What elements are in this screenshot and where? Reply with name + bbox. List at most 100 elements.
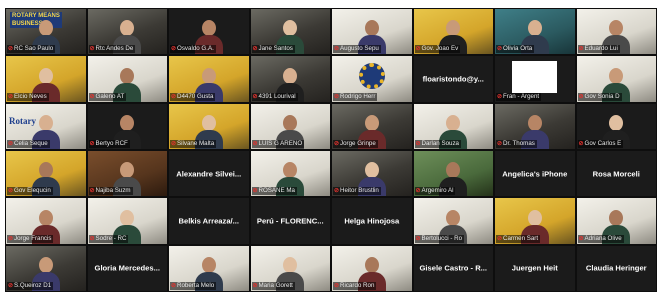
mic-muted-icon: ⊘ (497, 46, 503, 53)
participant-name: Gov Carlos E (584, 139, 622, 147)
participant-tile[interactable]: ⊘ Jane Santos (250, 9, 330, 55)
participant-tile[interactable]: ⊘ Adriana Olive (576, 198, 656, 244)
participant-tile[interactable]: ⊘ Rodrigo Herr (332, 56, 412, 102)
mic-muted-icon: ⊘ (578, 93, 584, 100)
participant-name: LUIS G ARENO (258, 139, 303, 147)
participant-name: RC Sao Paulo (14, 45, 54, 53)
participant-tile[interactable]: ⊘ Dr. Thomas (495, 103, 575, 149)
participant-tile[interactable]: Helga Hinojosa (332, 198, 412, 244)
participant-name-tag: ⊘ Gov Sonia D (577, 92, 622, 101)
mic-muted-icon: ⊘ (334, 93, 340, 100)
mic-muted-icon: ⊘ (415, 235, 421, 242)
participant-tile[interactable]: Alexandre Silvei... (169, 150, 249, 197)
participant-tile[interactable]: ⊘ Najiba Suzm (87, 150, 167, 197)
mic-muted-icon: ⊘ (578, 46, 584, 53)
participant-tile[interactable]: Claudia Heringer (576, 245, 656, 291)
participant-tile[interactable]: ⊘ Olivia Orta (495, 9, 575, 55)
participant-gallery: ROTARY MEANS BUSINESS FELLOWSHIP⊘RC Sao … (5, 8, 657, 292)
participant-tile[interactable]: ⊘ Carmen Sart (495, 198, 575, 244)
participant-tile[interactable]: ⊘ Argemiro Al (413, 150, 493, 197)
participant-display-name: Rosa Morceli (592, 169, 640, 179)
participant-tile[interactable]: ⊘ Jorge Francis (6, 198, 86, 244)
participant-name-tag: ⊘ Rodrigo Herr (333, 92, 378, 101)
participant-name-tag: ⊘ Bertyo RCF (88, 139, 130, 148)
mic-muted-icon: ⊘ (89, 140, 95, 147)
participant-tile[interactable]: ⊘ Gov Sonia D (576, 56, 656, 102)
participant-name: Najiba Suzm (95, 187, 131, 195)
participant-tile[interactable]: ⊘ Elcio Neves (6, 56, 86, 102)
participant-name-tag: ⊘ Maria Gorett (251, 281, 295, 290)
participant-tile[interactable]: floaristondo@y... (413, 56, 493, 102)
participant-name: Silvane Malta (177, 139, 215, 147)
participant-name: Gov Sonia D (584, 92, 620, 100)
participant-tile[interactable]: Perú - FLORENC... (250, 198, 330, 244)
participant-tile[interactable]: ⊘ ROSANE Ma (250, 150, 330, 197)
participant-name-tag: ⊘ Adriana Olive (577, 234, 624, 243)
participant-tile[interactable]: ⊘ Galeno AT (87, 56, 167, 102)
participant-name-tag: ⊘ S.Queiroz D1 (7, 281, 54, 290)
participant-tile[interactable]: ⊘ Maria Gorett (250, 245, 330, 291)
participant-tile[interactable]: Belkis Arreaza/... (169, 198, 249, 244)
participant-name-tag: ⊘ D4470 Gusta (170, 92, 216, 101)
participant-tile[interactable]: Rosa Morceli (576, 150, 656, 197)
participant-tile[interactable]: ⊘ Roberta Melo (169, 245, 249, 291)
participant-tile[interactable]: ROTARY MEANS BUSINESS FELLOWSHIP⊘RC Sao … (6, 9, 86, 55)
participant-display-name: Gisele Castro - R... (419, 263, 488, 273)
participant-tile[interactable]: ⊘ S.Queiroz D1 (6, 245, 86, 291)
participant-name: Gov Elequcin (14, 187, 51, 195)
participant-name: Adriana Olive (584, 234, 622, 242)
participant-tile[interactable]: Gloria Mercedes... (87, 245, 167, 291)
mic-muted-icon: ⊘ (578, 235, 584, 242)
participant-tile[interactable]: ⊘ Gov. Joao Ev (413, 9, 493, 55)
participant-name-tag: ⊘ Gov. Joao Ev (414, 45, 461, 54)
participant-tile[interactable]: Angelica's iPhone (495, 150, 575, 197)
participant-tile[interactable]: ⊘ Sodre - RC (87, 198, 167, 244)
participant-tile[interactable]: Juergen Heit (495, 245, 575, 291)
participant-name: Bertyo RCF (95, 139, 128, 147)
participant-tile[interactable]: ⊘ Bertolucci - Ro (413, 198, 493, 244)
mic-muted-icon: ⊘ (8, 282, 14, 289)
participant-tile[interactable]: ⊘ Gov Elequcin (6, 150, 86, 197)
participant-tile[interactable]: ⊘ Jorge Grinpe (332, 103, 412, 149)
participant-tile[interactable]: ⊘ Silvane Malta (169, 103, 249, 149)
mic-muted-icon: ⊘ (334, 282, 340, 289)
participant-name-tag: ⊘ Fran - Argent (496, 92, 542, 101)
participant-name-tag: ⊘ Carmen Sart (496, 234, 541, 243)
participant-tile[interactable]: ⊘ 4391 Lourival (250, 56, 330, 102)
participant-tile[interactable]: Rotary ⊘ Celia Seque (6, 103, 86, 149)
participant-name: Sodre - RC (95, 234, 127, 242)
participant-tile[interactable]: ⊘ Darlan Souza (413, 103, 493, 149)
mic-muted-icon: ⊘ (415, 188, 421, 195)
participant-name: Roberta Melo (177, 281, 215, 289)
participant-tile[interactable]: ⊘ D4470 Gusta (169, 56, 249, 102)
participant-tile[interactable]: ⊘ Rtc Andes De (87, 9, 167, 55)
participant-display-name: Perú - FLORENC... (256, 216, 324, 226)
participant-name: Dr. Thomas (503, 139, 535, 147)
participant-tile[interactable]: ⊘ Osvaldo G.A. (169, 9, 249, 55)
participant-name-tag: ⊘ Dr. Thomas (496, 139, 537, 148)
participant-tile[interactable]: ⊘ Ricardo Ron (332, 245, 412, 291)
participant-display-name: Juergen Heit (511, 263, 558, 273)
participant-name: Rodrigo Herr (340, 92, 376, 100)
participant-display-name: Belkis Arreaza/... (178, 216, 239, 226)
participant-tile[interactable]: ⊘ LUIS G ARENO (250, 103, 330, 149)
participant-name-tag: ⊘ Gov Carlos E (577, 139, 624, 148)
mic-muted-icon: ⊘ (334, 140, 340, 147)
participant-tile[interactable]: ⊘ Fran - Argent (495, 56, 575, 102)
participant-name-tag: ⊘ Sodre - RC (88, 234, 129, 243)
participant-tile[interactable]: Gisele Castro - R... (413, 245, 493, 291)
participant-display-name: Angelica's iPhone (502, 169, 568, 179)
participant-name: Elcio Neves (14, 92, 47, 100)
participant-tile[interactable]: ⊘ Bertyo RCF (87, 103, 167, 149)
participant-name: Jorge Francis (14, 234, 52, 242)
participant-name: Fran - Argent (503, 92, 540, 100)
participant-name: Jane Santos (258, 45, 293, 53)
participant-tile[interactable]: ⊘ Eduardo Lui (576, 9, 656, 55)
participant-tile[interactable]: ⊘ Augusto Sepu (332, 9, 412, 55)
participant-name-tag: ⊘ 4391 Lourival (251, 92, 298, 101)
participant-tile[interactable]: ⊘ Gov Carlos E (576, 103, 656, 149)
mic-muted-icon: ⊘ (252, 140, 258, 147)
participant-name: Rtc Andes De (95, 45, 134, 53)
participant-name-tag: ⊘ LUIS G ARENO (251, 139, 305, 148)
participant-tile[interactable]: ⊘ Heitor Brustlin (332, 150, 412, 197)
